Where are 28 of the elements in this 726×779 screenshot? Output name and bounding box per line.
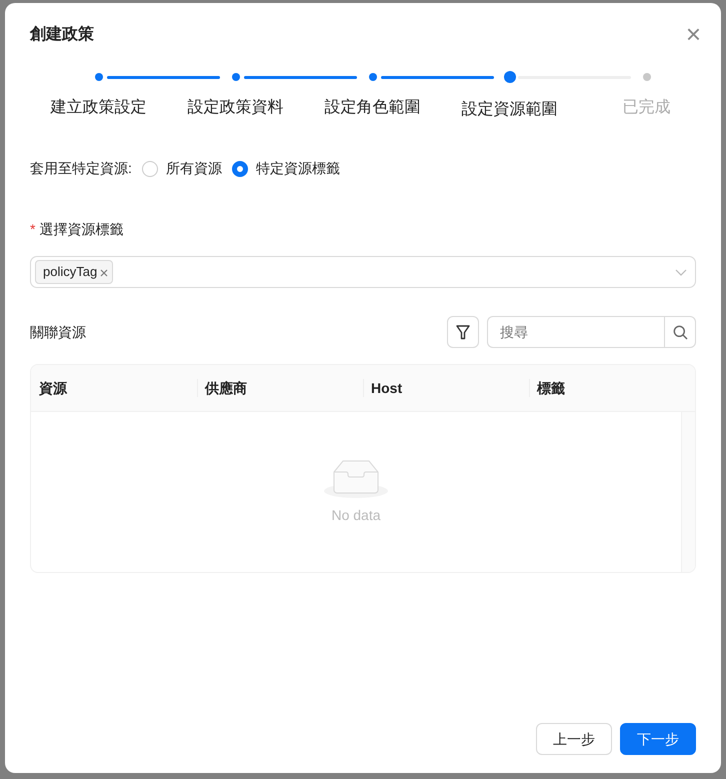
empty-text: No data xyxy=(331,506,381,526)
step-label[interactable]: 設定角色範圍 xyxy=(324,96,420,120)
filter-button[interactable] xyxy=(447,316,479,348)
tag-select-field[interactable]: policyTag xyxy=(30,256,696,288)
close-button[interactable]: × xyxy=(680,19,707,49)
filter-icon xyxy=(456,324,470,340)
step-label[interactable]: 設定資源範圍 xyxy=(462,98,558,122)
column-header: Host xyxy=(363,365,529,412)
radio-group-label: 套用至特定資源: xyxy=(30,159,132,178)
back-button[interactable]: 上一步 xyxy=(536,723,612,755)
radio-option[interactable]: 特定資源標籤 xyxy=(232,158,340,180)
search-icon xyxy=(672,324,688,340)
next-button[interactable]: 下一步 xyxy=(620,723,696,755)
column-header: 標籤 xyxy=(529,365,695,412)
step-label[interactable]: 設定政策資料 xyxy=(188,96,284,120)
empty-inbox-icon xyxy=(324,458,388,500)
column-header: 資源 xyxy=(38,378,68,398)
chevron-down-icon xyxy=(675,268,687,276)
radio-option[interactable]: 所有資源 xyxy=(142,158,222,180)
field-label: 選擇資源標籤 xyxy=(39,221,124,238)
search-button[interactable] xyxy=(664,316,696,348)
required-mark: * xyxy=(30,221,36,238)
section-label: 關聯資源 xyxy=(30,322,86,342)
tag-label: policyTag xyxy=(43,263,98,282)
step-label[interactable]: 建立政策設定 xyxy=(50,96,146,120)
column-header: 供應商 xyxy=(197,365,363,412)
search-field[interactable]: 搜尋 xyxy=(487,316,664,348)
dialog-title: 創建政策 xyxy=(30,25,94,44)
